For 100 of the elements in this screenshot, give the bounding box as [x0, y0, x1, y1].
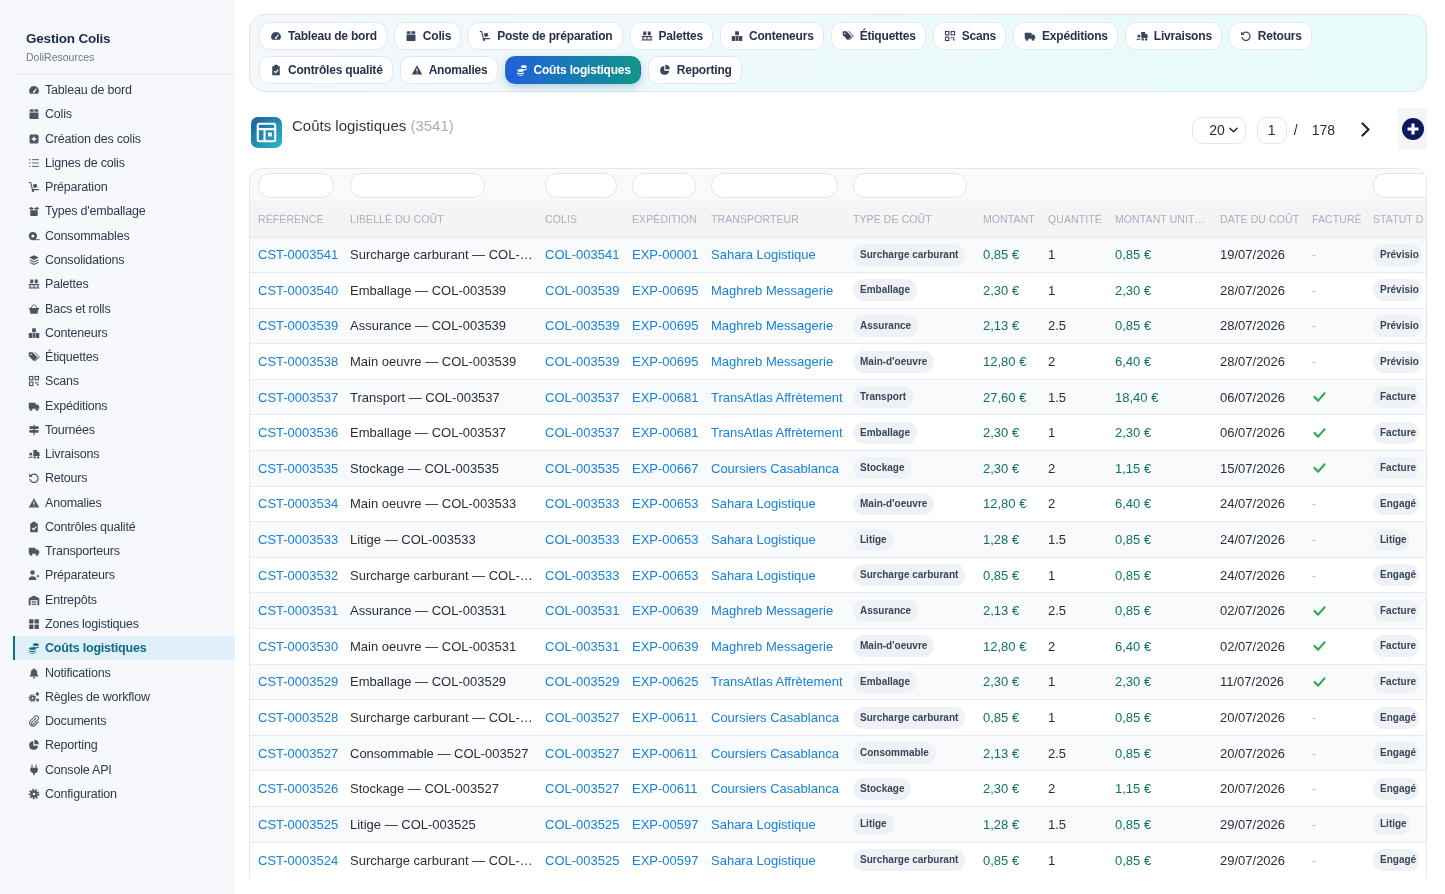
shipment-link[interactable]: EXP-00597 [632, 852, 699, 868]
reference-link[interactable]: CST-0003538 [258, 354, 339, 370]
sidebar-item[interactable]: Tableau de bord [28, 78, 132, 103]
sidebar-item[interactable]: Console API [28, 757, 112, 782]
sidebar-item[interactable]: Livraisons [28, 442, 100, 467]
sidebar-item[interactable]: Tournées [28, 417, 95, 442]
shipment-link[interactable]: EXP-00653 [632, 532, 699, 548]
nav-tab[interactable]: Étiquettes [830, 22, 926, 50]
carrier-link[interactable]: Maghreb Messagerie [711, 638, 834, 654]
shipment-link[interactable]: EXP-00695 [632, 282, 699, 298]
sidebar-item[interactable]: Scans [28, 369, 79, 394]
shipment-link[interactable]: EXP-00695 [632, 318, 699, 334]
sidebar-item[interactable]: Notifications [28, 660, 111, 685]
carrier-link[interactable]: Coursiers Casablanca [711, 710, 839, 725]
reference-link[interactable]: CST-0003535 [258, 460, 339, 476]
reference-link[interactable]: CST-0003533 [258, 532, 339, 548]
sidebar-item[interactable]: Transporteurs [28, 539, 120, 564]
nav-tab[interactable]: Retours [1228, 22, 1312, 50]
sidebar-item[interactable]: Reporting [28, 733, 98, 758]
column-filter-field[interactable] [632, 172, 696, 198]
sidebar-item[interactable]: Consolidations [28, 247, 125, 273]
sidebar-item[interactable]: Expéditions [28, 393, 108, 418]
sidebar-item[interactable]: Consommables [28, 223, 130, 248]
carrier-link[interactable]: Sahara Logistique [711, 816, 816, 832]
carrier-link[interactable]: Sahara Logistique [711, 247, 816, 263]
parcel-link[interactable]: COL-003531 [545, 638, 620, 654]
nav-tab[interactable]: Expéditions [1013, 22, 1118, 50]
shipment-link[interactable]: EXP-00625 [632, 674, 699, 690]
column-filter-field[interactable] [350, 172, 485, 198]
nav-tab[interactable]: Conteneurs [719, 22, 824, 50]
sidebar-item[interactable]: Colis [28, 102, 72, 127]
reference-link[interactable]: CST-0003524 [258, 852, 339, 868]
reference-link[interactable]: CST-0003532 [258, 567, 339, 583]
parcel-link[interactable]: COL-003527 [545, 745, 620, 761]
carrier-link[interactable]: Maghreb Messagerie [711, 354, 834, 370]
sidebar-item[interactable]: Anomalies [28, 490, 102, 515]
carrier-link[interactable]: Maghreb Messagerie [711, 603, 834, 619]
reference-link[interactable]: CST-0003540 [258, 282, 339, 298]
carrier-link[interactable]: Coursiers Casablanca [711, 745, 839, 761]
carrier-link[interactable]: Sahara Logistique [711, 532, 816, 548]
sidebar-item[interactable]: Préparateurs [28, 563, 115, 588]
carrier-link[interactable]: TransAtlas Affrètement [711, 674, 843, 690]
shipment-link[interactable]: EXP-00653 [632, 496, 699, 512]
reference-link[interactable]: CST-0003526 [258, 781, 339, 797]
nav-tab[interactable]: Coûts logistiques [504, 56, 641, 84]
reference-link[interactable]: CST-0003530 [258, 638, 339, 654]
parcel-link[interactable]: COL-003539 [545, 354, 620, 370]
sidebar-item[interactable]: Zones logistiques [28, 611, 139, 637]
sidebar-item[interactable]: Étiquettes [28, 344, 99, 370]
parcel-link[interactable]: COL-003537 [545, 425, 620, 441]
sidebar-item[interactable]: Préparation [28, 175, 108, 200]
nav-tab[interactable]: Scans [932, 22, 1006, 50]
reference-link[interactable]: CST-0003534 [258, 496, 339, 512]
reference-link[interactable]: CST-0003529 [258, 674, 339, 690]
parcel-link[interactable]: COL-003535 [545, 460, 620, 476]
column-filter-field[interactable] [853, 172, 967, 198]
sidebar-item[interactable]: Entrepôts [28, 587, 97, 612]
shipment-link[interactable]: EXP-00681 [632, 389, 699, 405]
sidebar-item[interactable]: Configuration [28, 781, 117, 806]
shipment-link[interactable]: EXP-00667 [632, 460, 699, 476]
page-size-select[interactable]: 20 [1191, 116, 1246, 144]
parcel-link[interactable]: COL-003533 [545, 567, 620, 583]
carrier-link[interactable]: Maghreb Messagerie [711, 282, 834, 298]
shipment-link[interactable]: EXP-00653 [632, 567, 699, 583]
page-number-field[interactable]: 1 [1256, 116, 1287, 144]
carrier-link[interactable]: Sahara Logistique [711, 496, 816, 512]
nav-tab[interactable]: Livraisons [1124, 22, 1222, 50]
shipment-link[interactable]: EXP-00597 [632, 816, 699, 832]
parcel-link[interactable]: COL-003533 [545, 532, 620, 548]
column-filter-field[interactable] [711, 172, 838, 198]
reference-link[interactable]: CST-0003527 [258, 745, 339, 761]
sidebar-item[interactable]: Règles de workflow [28, 684, 150, 709]
sidebar-item[interactable]: Lignes de colis [28, 150, 125, 176]
next-page-button[interactable] [1361, 121, 1370, 137]
parcel-link[interactable]: COL-003525 [545, 852, 620, 868]
parcel-link[interactable]: COL-003539 [545, 282, 620, 298]
sidebar-item[interactable]: Retours [28, 466, 88, 491]
carrier-link[interactable]: Sahara Logistique [711, 567, 816, 583]
parcel-link[interactable]: COL-003541 [545, 247, 620, 263]
add-button[interactable] [1398, 108, 1427, 150]
reference-link[interactable]: CST-0003537 [258, 389, 339, 405]
reference-link[interactable]: CST-0003539 [258, 318, 339, 334]
sidebar-item[interactable]: Contrôles qualité [28, 514, 136, 540]
sidebar-item[interactable]: Bacs et rolls [28, 296, 111, 321]
shipment-link[interactable]: EXP-00639 [632, 638, 699, 654]
sidebar-item[interactable]: Création des colis [28, 126, 141, 151]
shipment-link[interactable]: EXP-00611 [632, 745, 698, 761]
nav-tab[interactable]: Tableau de bord [259, 22, 387, 50]
parcel-link[interactable]: COL-003531 [545, 603, 620, 619]
nav-tab[interactable]: Poste de préparation [468, 22, 623, 50]
carrier-link[interactable]: Coursiers Casablanca [711, 460, 839, 476]
shipment-link[interactable]: EXP-00681 [632, 425, 699, 441]
column-filter-field[interactable] [258, 172, 334, 198]
sidebar-item[interactable]: Types d'emballage [28, 199, 146, 224]
reference-link[interactable]: CST-0003531 [258, 603, 339, 619]
parcel-link[interactable]: COL-003533 [545, 496, 620, 512]
column-filter-field[interactable] [545, 172, 617, 198]
shipment-link[interactable]: EXP-00639 [632, 603, 699, 619]
carrier-link[interactable]: TransAtlas Affrètement [711, 389, 843, 405]
parcel-link[interactable]: COL-003539 [545, 318, 620, 334]
